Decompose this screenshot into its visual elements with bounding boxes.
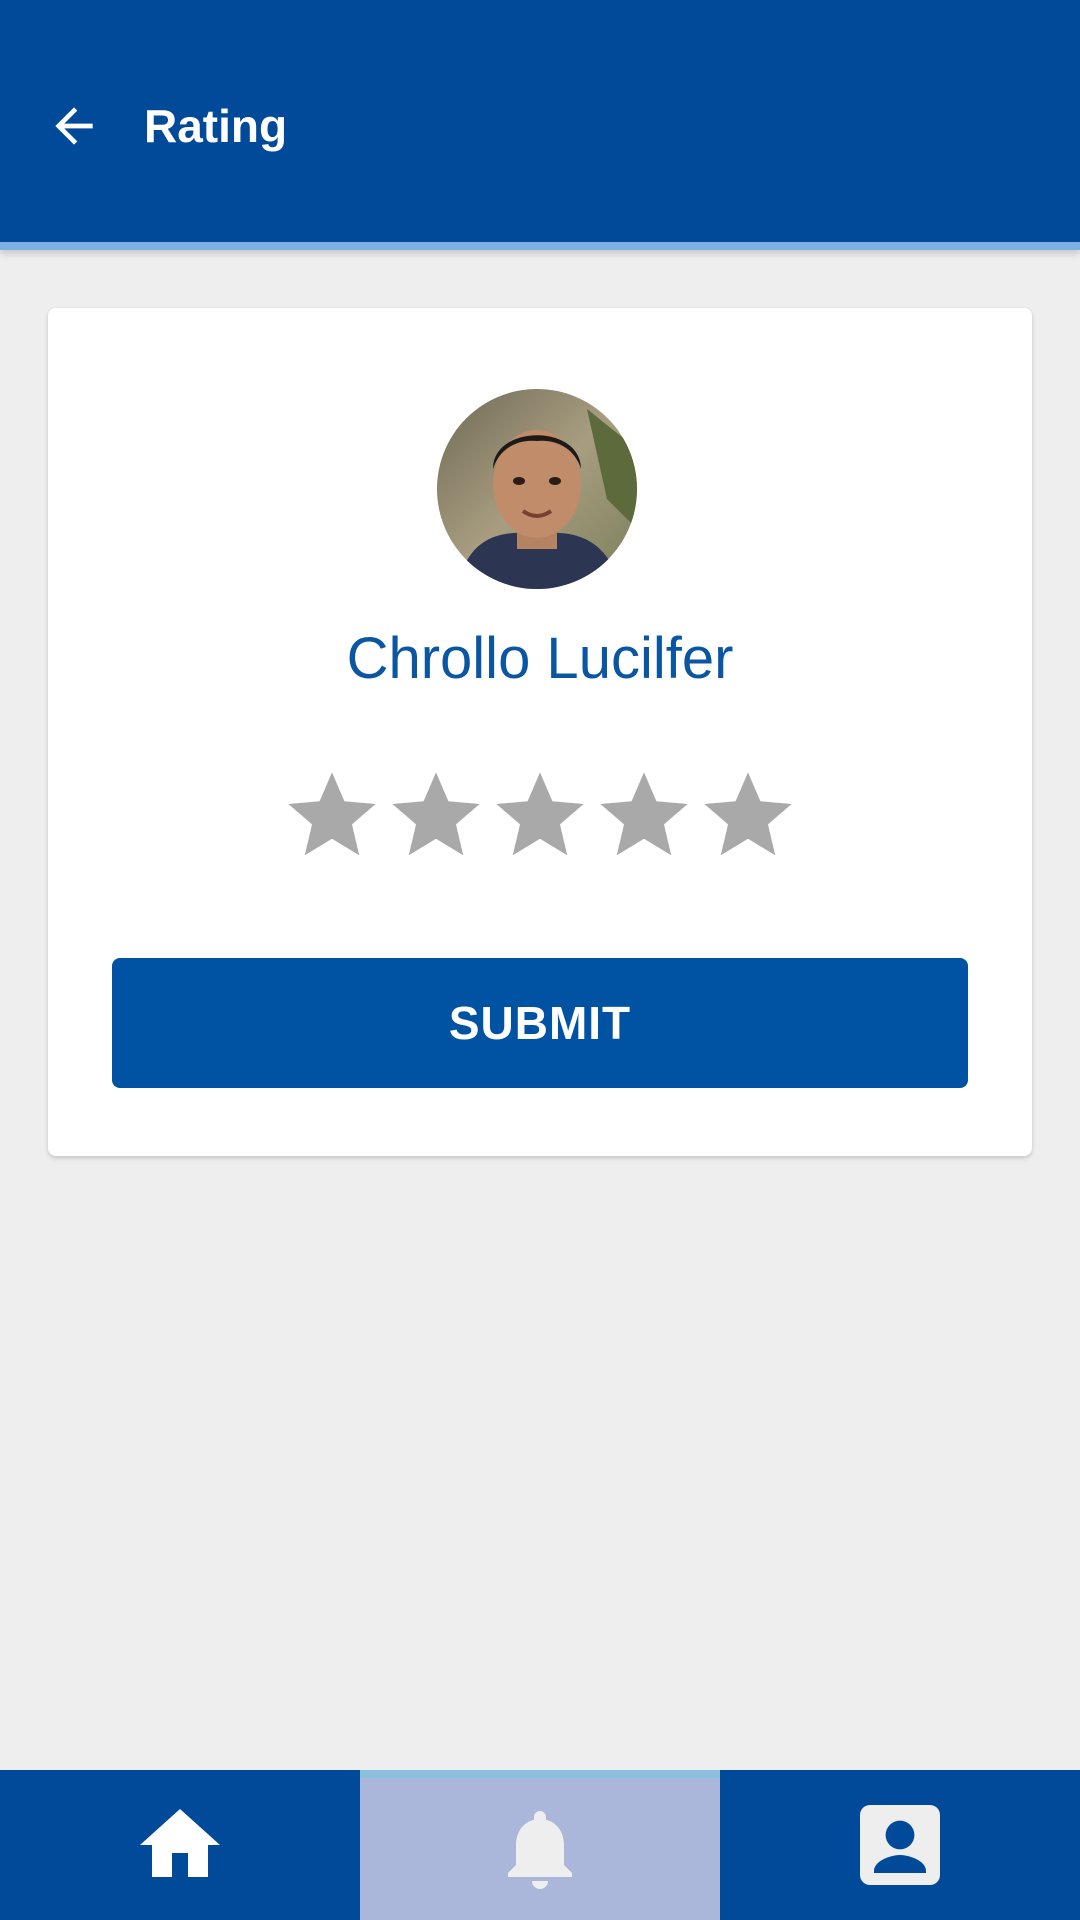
star-icon[interactable] bbox=[388, 766, 484, 862]
person-name: Chrollo Lucilfer bbox=[346, 626, 734, 691]
rating-screen: Rating Chrollo Lucilfer SUBMIT bbox=[0, 0, 1080, 1920]
submit-button[interactable]: SUBMIT bbox=[112, 958, 968, 1088]
bottom-navigation bbox=[0, 1770, 1080, 1920]
star-icon[interactable] bbox=[596, 766, 692, 862]
contact-card-icon bbox=[860, 1805, 940, 1885]
nav-profile[interactable] bbox=[720, 1770, 1080, 1920]
top-app-bar: Rating bbox=[0, 0, 1080, 250]
page-title: Rating bbox=[144, 100, 288, 152]
nav-notifications[interactable] bbox=[360, 1770, 720, 1920]
rating-card: Chrollo Lucilfer SUBMIT bbox=[48, 308, 1032, 1156]
star-icon[interactable] bbox=[492, 766, 588, 862]
bell-icon bbox=[508, 1811, 572, 1889]
nav-home[interactable] bbox=[0, 1770, 360, 1920]
user-avatar-photo bbox=[437, 389, 637, 589]
arrow-back-icon bbox=[55, 107, 93, 145]
back-button[interactable] bbox=[36, 88, 112, 164]
star-icon[interactable] bbox=[700, 766, 796, 862]
home-icon bbox=[140, 1809, 220, 1877]
star-rating bbox=[284, 766, 796, 862]
star-icon[interactable] bbox=[284, 766, 380, 862]
avatar bbox=[437, 389, 637, 589]
